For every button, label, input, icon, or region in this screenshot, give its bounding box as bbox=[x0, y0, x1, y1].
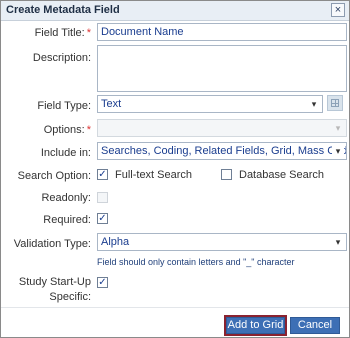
create-metadata-field-dialog: Create Metadata Field × Field Title: * Do… bbox=[0, 0, 350, 338]
study-startup-label-line1: Study Start-Up bbox=[18, 276, 91, 288]
full-text-search-checkbox[interactable]: ✓ bbox=[97, 169, 108, 180]
cancel-button[interactable]: Cancel bbox=[290, 317, 340, 334]
validation-hint: Field should only contain letters and "_… bbox=[97, 257, 295, 267]
validation-type-value: Alpha bbox=[101, 236, 130, 248]
readonly-label: Readonly: bbox=[41, 192, 91, 204]
close-icon[interactable]: × bbox=[331, 3, 345, 17]
full-text-search-label: Full-text Search bbox=[115, 169, 193, 181]
checkmark-icon: ✓ bbox=[98, 277, 107, 288]
options-label-text: Options: bbox=[43, 124, 85, 136]
grid-icon[interactable] bbox=[327, 95, 343, 111]
chevron-down-icon: ▾ bbox=[311, 99, 317, 109]
study-startup-label-line2: Specific: bbox=[49, 291, 91, 303]
chevron-down-icon: ▾ bbox=[332, 145, 344, 157]
include-in-select[interactable]: Searches, Coding, Related Fields, Grid, … bbox=[97, 142, 347, 160]
checkmark-icon: ✓ bbox=[98, 169, 107, 180]
field-type-value: Text bbox=[101, 98, 122, 110]
description-textarea[interactable] bbox=[97, 45, 347, 92]
field-title-value: Document Name bbox=[101, 26, 184, 38]
options-label: Options: * bbox=[44, 124, 91, 136]
checkmark-icon: ✓ bbox=[98, 213, 107, 224]
field-title-label: Field Title: * bbox=[35, 27, 91, 39]
required-label: Required: bbox=[43, 214, 91, 226]
validation-type-label: Validation Type: bbox=[13, 238, 91, 250]
options-select[interactable]: ▾ bbox=[97, 119, 347, 137]
dialog-title: Create Metadata Field bbox=[6, 4, 120, 16]
field-type-label: Field Type: bbox=[37, 100, 91, 112]
field-title-input[interactable]: Document Name bbox=[97, 23, 347, 41]
search-option-label: Search Option: bbox=[17, 170, 91, 182]
validation-type-select[interactable]: Alpha ▾ bbox=[97, 233, 347, 251]
chevron-down-icon: ▾ bbox=[335, 123, 341, 133]
add-to-grid-button[interactable]: Add to Grid bbox=[224, 315, 287, 336]
study-startup-label: Study Start-Up Specific: bbox=[19, 276, 91, 303]
readonly-checkbox[interactable] bbox=[97, 192, 108, 203]
field-type-select[interactable]: Text ▾ bbox=[97, 95, 323, 113]
grid-icon-glyph bbox=[331, 99, 339, 107]
database-search-label: Database Search bbox=[239, 169, 324, 181]
dialog-titlebar[interactable]: Create Metadata Field × bbox=[1, 1, 349, 21]
required-marker: * bbox=[86, 27, 91, 39]
required-marker: * bbox=[86, 124, 91, 136]
include-in-label: Include in: bbox=[40, 147, 91, 159]
include-in-value: Searches, Coding, Related Fields, Grid, … bbox=[101, 145, 347, 157]
required-checkbox[interactable]: ✓ bbox=[97, 213, 108, 224]
database-search-checkbox[interactable] bbox=[221, 169, 232, 180]
study-startup-checkbox[interactable]: ✓ bbox=[97, 277, 108, 288]
chevron-down-icon: ▾ bbox=[335, 237, 341, 247]
field-title-label-text: Field Title: bbox=[34, 27, 85, 39]
description-label: Description: bbox=[32, 52, 91, 64]
